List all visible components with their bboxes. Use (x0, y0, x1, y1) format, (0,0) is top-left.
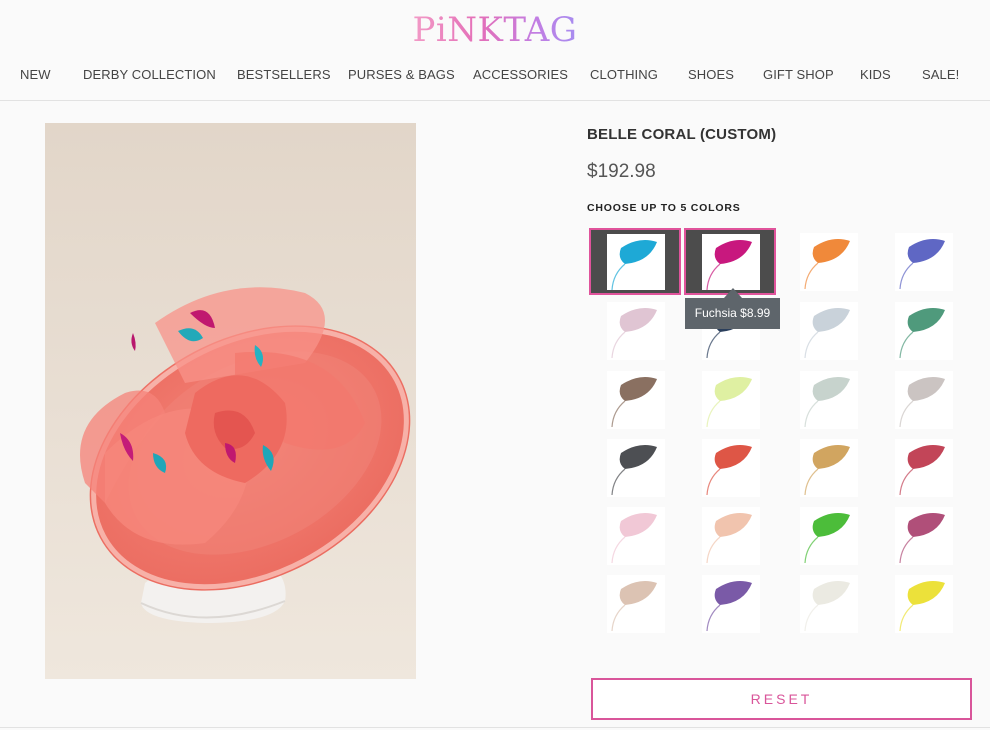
nav-item-sale[interactable]: SALE! (922, 67, 959, 82)
color-swatch[interactable] (607, 302, 665, 360)
product-image[interactable] (45, 123, 416, 679)
color-swatch[interactable] (702, 439, 760, 497)
color-swatch[interactable] (800, 439, 858, 497)
color-swatch[interactable] (800, 233, 858, 291)
swatch-frame (702, 234, 760, 291)
color-swatch[interactable] (607, 507, 665, 565)
tooltip-arrow (724, 288, 742, 298)
main-nav: NEW DERBY COLLECTION BESTSELLERS PURSES … (0, 67, 990, 87)
nav-item-new[interactable]: NEW (20, 67, 51, 82)
feather-icon (611, 308, 657, 359)
color-swatch[interactable] (607, 371, 665, 429)
color-swatch[interactable] (607, 439, 665, 497)
color-swatch[interactable] (702, 507, 760, 565)
feather-icon (804, 377, 850, 428)
feather-icon (899, 239, 945, 290)
feather-icon (611, 445, 657, 496)
logo-text: PiNKTAG (412, 10, 578, 50)
feather-icon (706, 513, 752, 564)
color-swatch[interactable] (800, 575, 858, 633)
product-price: $192.98 (587, 161, 656, 182)
color-swatch[interactable] (800, 507, 858, 565)
nav-item-clothing[interactable]: CLOTHING (590, 67, 658, 82)
reset-button[interactable]: RESET (591, 678, 972, 720)
color-swatch[interactable] (589, 228, 681, 295)
color-swatch[interactable] (684, 228, 776, 295)
feather-icon (899, 308, 945, 359)
feather-icon (706, 581, 752, 632)
color-swatch[interactable] (702, 371, 760, 429)
feather-icon (899, 377, 945, 428)
feather-icon (899, 445, 945, 496)
feather-icon (706, 240, 752, 291)
feather-icon (706, 445, 752, 496)
nav-item-derby-collection[interactable]: DERBY COLLECTION (83, 67, 216, 82)
nav-item-bestsellers[interactable]: BESTSELLERS (237, 67, 331, 82)
feather-icon (899, 581, 945, 632)
feather-icon (611, 513, 657, 564)
color-swatch[interactable] (800, 371, 858, 429)
bottom-divider (0, 727, 990, 728)
nav-item-accessories[interactable]: ACCESSORIES (473, 67, 568, 82)
nav-item-gift-shop[interactable]: GIFT SHOP (763, 67, 834, 82)
swatch-frame (607, 234, 665, 291)
fascinator-illustration (80, 287, 411, 623)
nav-item-purses-bags[interactable]: PURSES & BAGS (348, 67, 455, 82)
swatch-tooltip: Fuchsia $8.99 (685, 298, 780, 329)
feather-icon (804, 308, 850, 359)
feather-icon (804, 581, 850, 632)
feather-icon (611, 377, 657, 428)
feather-icon (899, 513, 945, 564)
color-swatch[interactable] (895, 507, 953, 565)
color-swatch[interactable] (607, 575, 665, 633)
feather-icon (804, 513, 850, 564)
nav-item-kids[interactable]: KIDS (860, 67, 891, 82)
color-swatch[interactable] (702, 575, 760, 633)
feather-icon (804, 445, 850, 496)
nav-item-shoes[interactable]: SHOES (688, 67, 734, 82)
feather-icon (611, 581, 657, 632)
feather-icon (706, 377, 752, 428)
choose-colors-label: CHOOSE UP TO 5 COLORS (587, 202, 741, 214)
color-swatch[interactable] (895, 575, 953, 633)
color-swatch[interactable] (895, 439, 953, 497)
color-swatch[interactable] (800, 302, 858, 360)
feather-icon (611, 240, 657, 291)
brand-logo[interactable]: PiNKTAG (0, 10, 990, 54)
color-swatch[interactable] (895, 233, 953, 291)
feather-icon (804, 239, 850, 290)
product-title: BELLE CORAL (CUSTOM) (587, 126, 777, 143)
nav-divider (0, 100, 990, 101)
color-swatch[interactable] (895, 371, 953, 429)
color-swatch[interactable] (895, 302, 953, 360)
